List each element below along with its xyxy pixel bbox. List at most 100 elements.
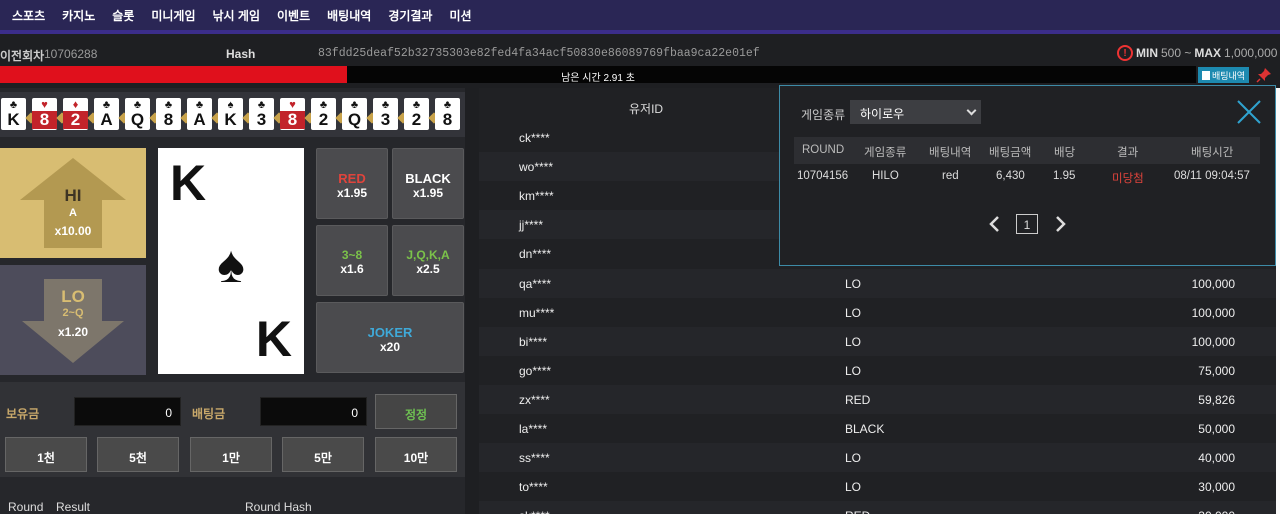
document-icon (1201, 70, 1210, 80)
history-card: ♥ 8 (280, 98, 305, 130)
game-type-select[interactable]: 하이로우 (850, 100, 981, 124)
bet-amount-cell: 100,000 (1191, 306, 1235, 320)
user-id-cell: sk**** (519, 509, 550, 514)
pin-icon[interactable] (1256, 67, 1272, 83)
bet-amount-cell: 50,000 (1198, 422, 1235, 436)
bet-history-button-label: 배팅내역 (1211, 70, 1246, 81)
card-rank: 8 (280, 111, 305, 129)
chip-5k-button[interactable]: 5천 (97, 437, 179, 472)
reset-button[interactable]: 정정 (375, 394, 457, 429)
range-3-8-bet-button[interactable]: 3~8 x1.6 (316, 225, 388, 296)
history-hash-header: Round Hash (245, 500, 312, 514)
bet-history-button[interactable]: 배팅내역 (1198, 67, 1249, 83)
min-label: MIN (1136, 46, 1158, 60)
bet-choice-cell: LO (845, 277, 862, 291)
chevron-down-icon (966, 105, 977, 116)
card-rank: Q (130, 110, 145, 129)
nav-minigame[interactable]: 미니게임 (151, 7, 195, 24)
red-bet-button[interactable]: RED x1.95 (316, 148, 388, 219)
user-id-cell: qa**** (519, 277, 552, 291)
lo-title: LO (61, 287, 85, 306)
nav-fishing-game[interactable]: 낚시 게임 (213, 7, 261, 24)
chevron-left-icon[interactable] (988, 214, 1000, 234)
chevron-right-icon[interactable] (1055, 214, 1067, 234)
nav-divider (0, 30, 1280, 34)
round-info-row: 이전회차 10706288 Hash 83fdd25deaf52b3273530… (0, 44, 1280, 64)
nav-bet-history[interactable]: 배팅내역 (327, 7, 371, 24)
bet-history-popup: 게임종류 하이로우 ROUND 게임종류 배팅내역 배팅금액 배당 결과 배팅시… (779, 85, 1276, 266)
popup-time-cell: 08/11 09:04:57 (1174, 170, 1250, 182)
card-rank: 2 (318, 110, 329, 129)
bet-limits: ! MIN 500 ~ MAX 1,000,000 (1117, 45, 1277, 61)
user-id-cell: wo**** (519, 160, 554, 174)
scrollbar-track[interactable] (1276, 88, 1280, 514)
user-id-header: 유저ID (629, 102, 664, 116)
lo-range: 2~Q (62, 307, 84, 319)
hash-label: Hash (226, 47, 256, 61)
joker-bet-button[interactable]: JOKER x20 (316, 302, 464, 373)
chip-100k-button[interactable]: 10만 (375, 437, 457, 472)
chip-1k-button[interactable]: 1천 (5, 437, 87, 472)
bet-amount-cell: 59,826 (1198, 393, 1235, 407)
history-card: ♣ 2 (404, 98, 429, 130)
user-id-cell: to**** (519, 480, 548, 494)
prev-round-value: 10706288 (44, 47, 98, 61)
hi-title: HI (64, 186, 82, 205)
chip-10k-button[interactable]: 1만 (190, 437, 272, 472)
page-number-button[interactable]: 1 (1016, 214, 1038, 234)
red-label: RED (338, 171, 366, 186)
nav-slot[interactable]: 슬롯 (112, 7, 134, 24)
chip-50k-button[interactable]: 5만 (282, 437, 364, 472)
joker-label: JOKER (367, 325, 413, 340)
table-row: ss**** LO 40,000 (479, 443, 1276, 472)
popup-header-time: 배팅시간 (1191, 147, 1234, 159)
bet-choice-cell: BLACK (845, 422, 885, 436)
table-row: bi**** LO 100,000 (479, 327, 1276, 356)
bet-choice-cell: LO (845, 335, 862, 349)
hi-bet-button[interactable]: HI A x10.00 (0, 148, 146, 258)
card-rank: 8 (442, 110, 453, 129)
current-card-rank-bottom: K (255, 311, 292, 367)
user-id-cell: mu**** (519, 306, 555, 320)
face-cards-label: J,Q,K,A (406, 248, 450, 262)
user-id-cell: ss**** (519, 451, 550, 465)
black-label: BLACK (405, 171, 451, 186)
close-icon[interactable] (1235, 98, 1263, 126)
game-type-selected: 하이로우 (860, 107, 905, 121)
min-value: 500 ~ (1161, 46, 1192, 60)
game-panel: ♣ K ♥ 8 ♦ 2 ♣ A ♣ Q ♣ 8 ♣ A ♠ K ♣ 3 ♥ 8 ♣ 2 ♣ Q ♣ 3 ♣ 2 ♣ 8 HI A x10.… (0, 88, 465, 514)
popup-bet-cell: red (942, 170, 959, 182)
bet-amount-cell: 40,000 (1198, 451, 1235, 465)
user-id-cell: bi**** (519, 335, 548, 349)
black-odds: x1.95 (412, 186, 444, 200)
bet-choice-cell: LO (845, 364, 862, 378)
history-card: ♣ 8 (156, 98, 181, 130)
nav-results[interactable]: 경기결과 (388, 7, 432, 24)
hi-odds: x10.00 (54, 224, 92, 238)
current-card: K ♠ K (158, 148, 304, 374)
card-rank: K (7, 110, 20, 129)
balance-label: 보유금 (6, 407, 40, 421)
alert-icon: ! (1117, 45, 1133, 61)
bet-amount-cell: 30,000 (1119, 509, 1235, 514)
history-card: ♣ A (187, 98, 212, 130)
nav-mission[interactable]: 미션 (449, 7, 471, 24)
history-card: ♠ K (218, 98, 243, 130)
lo-bet-button[interactable]: LO 2~Q x1.20 (0, 265, 146, 375)
face-cards-bet-button[interactable]: J,Q,K,A x2.5 (392, 225, 464, 296)
lo-odds: x1.20 (57, 325, 89, 339)
card-rank: 2 (411, 110, 422, 129)
history-result-header: Result (56, 500, 91, 514)
nav-event[interactable]: 이벤트 (277, 7, 310, 24)
black-bet-button[interactable]: BLACK x1.95 (392, 148, 464, 219)
card-rank: 2 (63, 111, 88, 129)
history-card: ♣ 8 (435, 98, 460, 130)
nav-sports[interactable]: 스포츠 (12, 7, 45, 24)
nav-casino[interactable]: 카지노 (62, 7, 95, 24)
popup-header-round: ROUND (802, 144, 845, 156)
balance-value: 0 (74, 397, 181, 426)
bet-amount-input[interactable]: 0 (260, 397, 367, 426)
history-card: ♣ Q (125, 98, 150, 130)
user-id-cell: km**** (519, 189, 554, 203)
popup-amount-cell: 6,430 (996, 170, 1025, 182)
